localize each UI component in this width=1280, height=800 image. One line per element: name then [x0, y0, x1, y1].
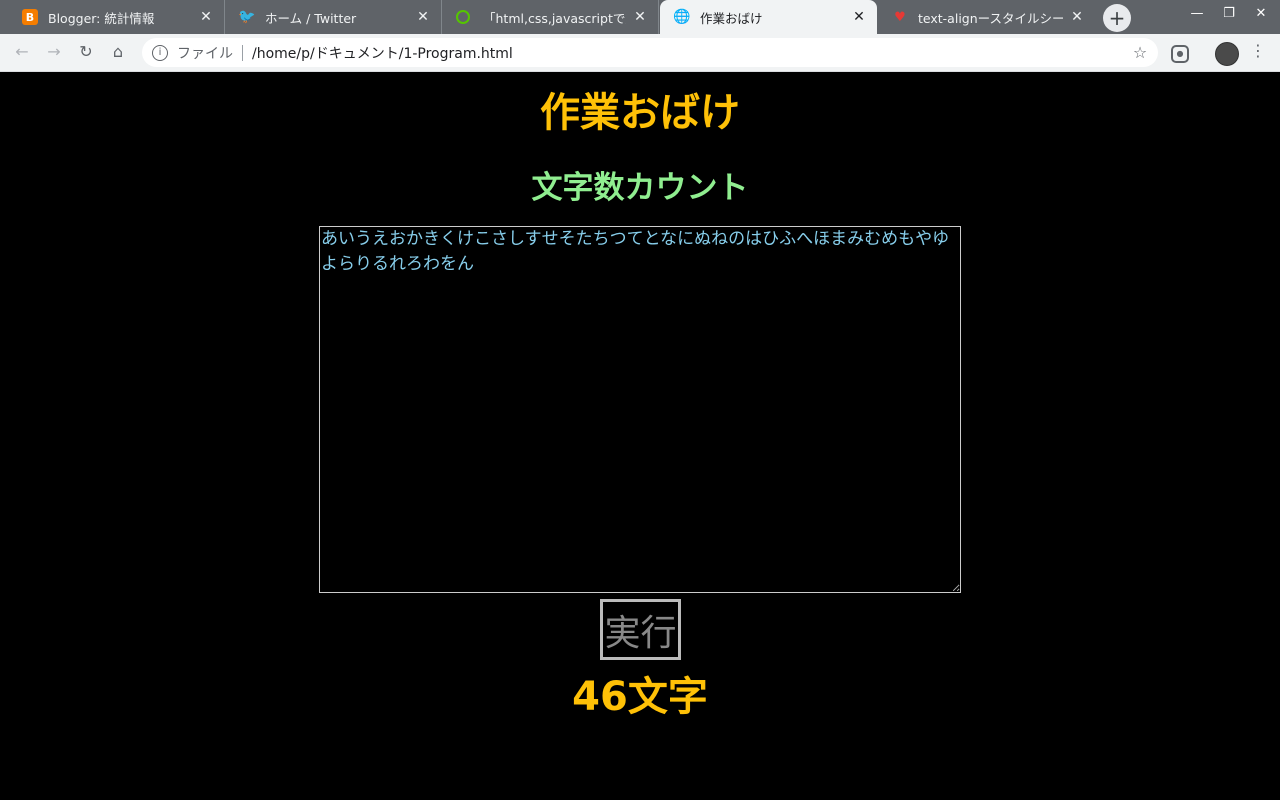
- tab-strip: B Blogger: 統計情報 ✕ 🐦 ホーム / Twitter ✕ 「htm…: [0, 0, 1280, 34]
- text-input-area[interactable]: あいうえおかきくけこさしすせそたちつてとなにぬねのはひふへほまみむめもやゆよらり…: [319, 226, 961, 593]
- url-text[interactable]: /home/p/ドキュメント/1-Program.html: [252, 43, 1130, 63]
- tab-text-align[interactable]: ♥ text-alignースタイルシート ✕: [878, 0, 1095, 34]
- restore-icon[interactable]: ❐: [1217, 6, 1241, 28]
- window-close-icon[interactable]: ✕: [1249, 6, 1273, 28]
- tab-title: ホーム / Twitter: [265, 10, 357, 26]
- forward-icon[interactable]: →: [42, 40, 66, 64]
- home-icon[interactable]: ⌂: [106, 40, 130, 64]
- run-button[interactable]: 実行: [600, 599, 681, 660]
- close-icon[interactable]: ✕: [851, 9, 867, 25]
- avatar[interactable]: [1215, 42, 1239, 66]
- tab-title: text-alignースタイルシート: [918, 10, 1063, 26]
- close-icon[interactable]: ✕: [1069, 9, 1085, 25]
- tab-qiita[interactable]: 「html,css,javascriptで文字 ✕: [442, 0, 659, 34]
- page-content: 作業おばけ 文字数カウント あいうえおかきくけこさしすせそたちつてとなにぬねのは…: [0, 72, 1280, 800]
- address-divider: [242, 44, 243, 61]
- qiita-icon: [456, 10, 470, 24]
- twitter-icon: 🐦: [238, 9, 256, 25]
- tab-title: 「html,css,javascriptで文字: [483, 10, 626, 26]
- close-icon[interactable]: ✕: [632, 9, 648, 25]
- tab-active[interactable]: 🌐 作業おばけ ✕: [660, 0, 877, 34]
- close-icon[interactable]: ✕: [415, 9, 431, 25]
- scheme-label: ファイル: [177, 45, 233, 62]
- section-title: 文字数カウント: [531, 170, 749, 206]
- blogger-icon: B: [22, 9, 38, 25]
- minimize-icon[interactable]: —: [1185, 6, 1209, 28]
- info-icon[interactable]: i: [152, 44, 168, 61]
- close-icon[interactable]: ✕: [198, 9, 214, 25]
- globe-icon: 🌐: [673, 9, 691, 25]
- tab-twitter[interactable]: 🐦 ホーム / Twitter ✕: [225, 0, 442, 34]
- tab-title: Blogger: 統計情報: [48, 10, 155, 26]
- site-title: 作業おばけ: [540, 90, 740, 136]
- address-bar[interactable]: i ファイル /home/p/ドキュメント/1-Program.html ☆: [142, 38, 1158, 67]
- back-icon[interactable]: ←: [10, 40, 34, 64]
- tab-blogger[interactable]: B Blogger: 統計情報 ✕: [8, 0, 225, 34]
- heart-icon: ♥: [894, 9, 906, 25]
- browser-toolbar: ← → ↻ ⌂ i ファイル /home/p/ドキュメント/1-Program.…: [0, 34, 1280, 72]
- menu-kebab-icon[interactable]: ⋮: [1250, 41, 1266, 60]
- bookmark-star-icon[interactable]: ☆: [1130, 43, 1150, 62]
- character-count-result: 46文字: [572, 674, 708, 720]
- reload-icon[interactable]: ↻: [74, 40, 98, 64]
- extension-icon[interactable]: ●: [1171, 45, 1189, 63]
- tab-title: 作業おばけ: [700, 10, 763, 26]
- new-tab-button[interactable]: +: [1103, 4, 1131, 32]
